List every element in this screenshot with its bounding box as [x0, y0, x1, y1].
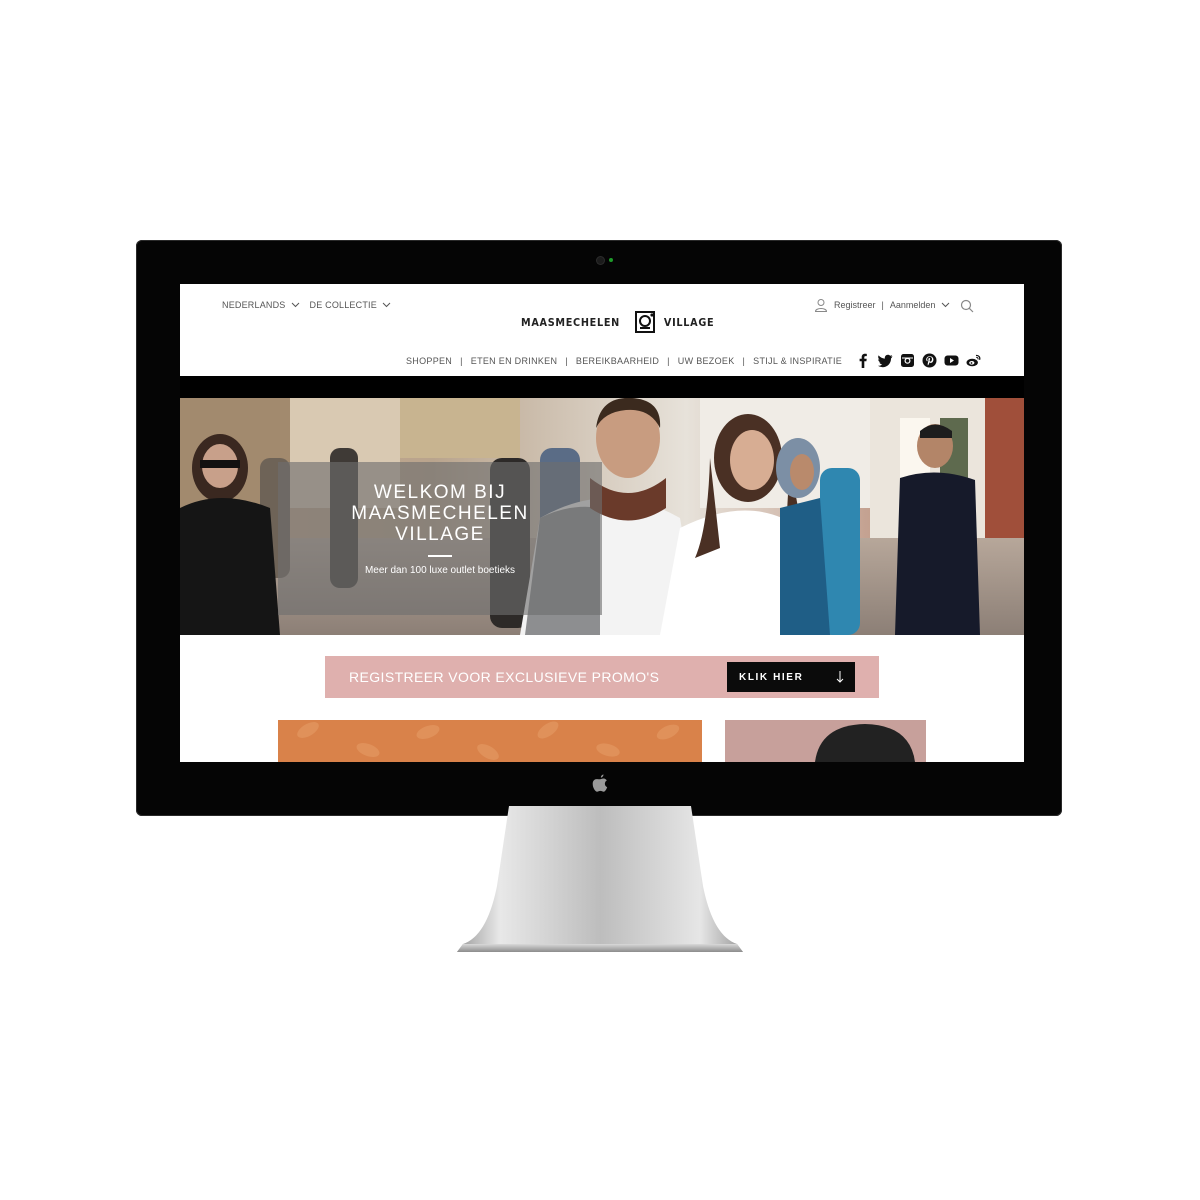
tile-photo-image — [725, 720, 926, 762]
content-tile-right[interactable] — [725, 720, 926, 762]
nav-item-eten-en-drinken[interactable]: ETEN EN DRINKEN — [471, 356, 558, 366]
logo-text-right: VILLAGE — [664, 315, 715, 329]
camera-icon — [597, 257, 604, 264]
promo-text: REGISTREER VOOR EXCLUSIEVE PROMO'S — [349, 669, 660, 685]
logo-text-left: MAASMECHELEN — [521, 315, 620, 329]
site-logo[interactable]: MAASMECHELEN VILLAGE — [521, 311, 715, 333]
hero-caption: WELKOM BIJ MAASMECHELEN VILLAGE Meer dan… — [278, 462, 602, 615]
search-icon[interactable] — [960, 299, 974, 313]
content-tile-left[interactable] — [278, 720, 702, 762]
user-icon — [814, 299, 828, 312]
nav-separator: | — [460, 356, 463, 366]
hero-banner[interactable]: WELKOM BIJ MAASMECHELEN VILLAGE Meer dan… — [180, 398, 1024, 635]
account-divider: | — [881, 300, 884, 310]
register-link[interactable]: Registreer — [834, 300, 876, 310]
nav-separator: | — [565, 356, 568, 366]
pinterest-icon[interactable] — [922, 353, 937, 368]
leaf-pattern — [297, 721, 680, 760]
browser-viewport: NEDERLANDS DE COLLECTIE MAASMECHELEN VIL… — [180, 284, 1024, 762]
chevron-down-icon — [291, 302, 299, 308]
camera-led — [609, 258, 613, 262]
hero-divider — [428, 555, 452, 557]
arrow-down-icon — [836, 671, 844, 683]
nav-item-shoppen[interactable]: SHOPPEN — [406, 356, 452, 366]
facebook-icon[interactable] — [856, 353, 871, 368]
hero-subtitle: Meer dan 100 luxe outlet boetieks — [364, 565, 516, 576]
nav-item-bereikbaarheid[interactable]: BEREIKBAARHEID — [576, 356, 659, 366]
weibo-icon[interactable] — [966, 353, 981, 368]
apple-logo-icon — [592, 774, 608, 792]
utility-nav: NEDERLANDS DE COLLECTIE — [222, 300, 391, 310]
chevron-down-icon — [382, 302, 391, 308]
collection-label: DE COLLECTIE — [309, 300, 377, 310]
instagram-icon[interactable] — [900, 353, 915, 368]
collection-dropdown[interactable]: DE COLLECTIE — [310, 300, 391, 310]
header-divider-band — [180, 376, 1024, 398]
login-link[interactable]: Aanmelden — [890, 300, 936, 310]
monitor-stand — [457, 806, 743, 952]
promo-banner: REGISTREER VOOR EXCLUSIEVE PROMO'S KLIK … — [325, 656, 879, 698]
nav-item-stijl-inspiratie[interactable]: STIJL & INSPIRATIE — [753, 356, 842, 366]
language-dropdown[interactable]: NEDERLANDS — [222, 300, 300, 310]
nav-item-uw-bezoek[interactable]: UW BEZOEK — [678, 356, 735, 366]
main-navigation: SHOPPEN | ETEN EN DRINKEN | BEREIKBAARHE… — [406, 356, 842, 366]
site-header: NEDERLANDS DE COLLECTIE MAASMECHELEN VIL… — [180, 284, 1024, 376]
nav-separator: | — [667, 356, 670, 366]
language-label: NEDERLANDS — [222, 300, 286, 310]
chevron-down-icon[interactable] — [941, 302, 950, 308]
hero-title: WELKOM BIJ MAASMECHELEN VILLAGE — [351, 482, 529, 545]
logo-emblem-icon — [635, 311, 656, 333]
youtube-icon[interactable] — [944, 353, 959, 368]
account-nav: Registreer | Aanmelden — [814, 298, 950, 312]
nav-separator: | — [742, 356, 746, 366]
social-links — [856, 353, 981, 368]
klik-hier-label: KLIK HIER — [739, 671, 804, 683]
twitter-icon[interactable] — [878, 353, 893, 368]
klik-hier-button[interactable]: KLIK HIER — [727, 662, 855, 692]
